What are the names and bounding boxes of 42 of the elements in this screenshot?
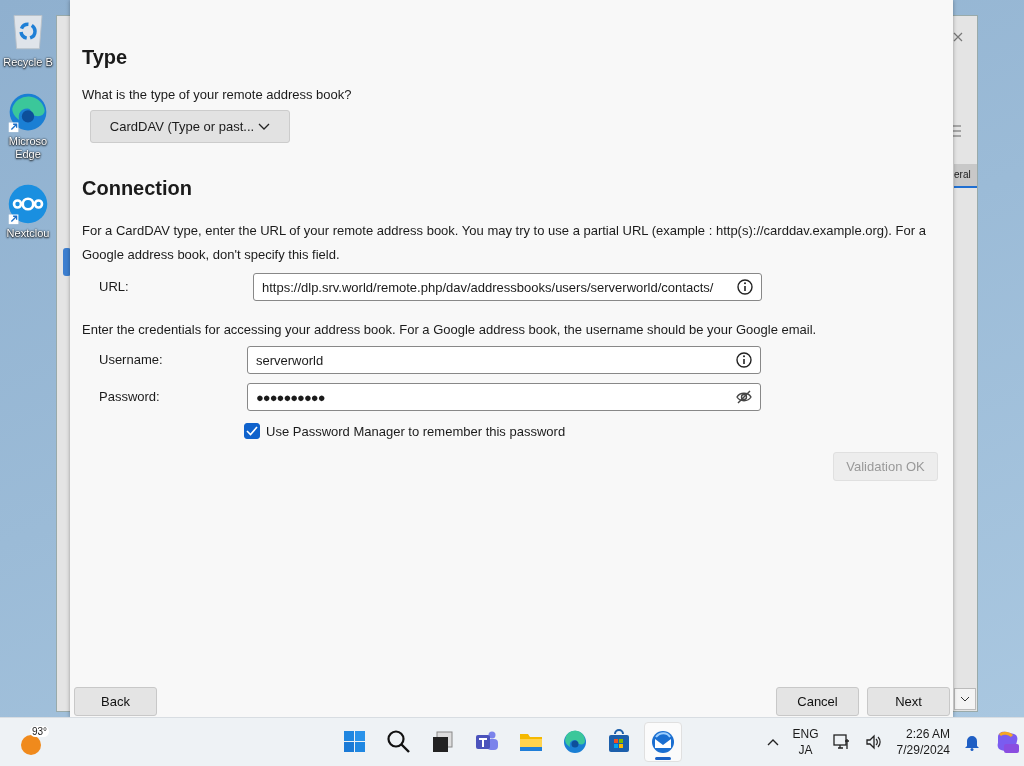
chevron-down-icon <box>258 122 271 131</box>
cloud-app-shortcut-icon[interactable] <box>7 183 49 225</box>
info-icon[interactable] <box>737 279 753 295</box>
hide-password-icon[interactable] <box>736 389 752 405</box>
checkbox[interactable] <box>244 423 260 439</box>
instruction-text: Enter the credentials for accessing your address book. For a Google address book, the username should be your Google email. <box>82 323 818 337</box>
running-indicator <box>655 757 671 760</box>
input-mode-text[interactable]: JA <box>792 742 819 758</box>
temperature-text: 93° <box>30 726 50 737</box>
speaker-icon[interactable] <box>864 733 883 751</box>
browser-icon[interactable] <box>562 729 588 755</box>
taskbar-button[interactable] <box>644 722 682 762</box>
input-field[interactable]: serverworld <box>247 346 761 374</box>
task-view-icon[interactable] <box>430 729 456 755</box>
mail-bird-icon[interactable] <box>650 729 676 755</box>
store-bag-icon[interactable] <box>606 729 632 755</box>
prompt-text: What is the type of your remote address book? <box>82 88 353 102</box>
field-label: URL: <box>99 279 130 295</box>
section-heading: Connection <box>82 176 193 201</box>
network-icon[interactable] <box>832 733 851 751</box>
language-text[interactable]: ENG <box>792 726 819 742</box>
info-icon[interactable] <box>736 352 752 368</box>
input-field[interactable]: https://dlp.srv.world/remote.php/dav/addressbooks/users/serverworld/contacts/ <box>253 273 762 301</box>
field-label: Username: <box>99 352 164 368</box>
browser-shortcut-icon[interactable] <box>7 91 49 133</box>
type-dropdown[interactable]: CardDAV (Type or past... <box>90 110 290 143</box>
section-heading: Type <box>82 45 129 70</box>
start-icon[interactable] <box>342 729 368 755</box>
search-icon[interactable] <box>386 729 412 755</box>
dialog-button[interactable]: Cancel <box>776 687 859 716</box>
tab[interactable]: eral <box>954 164 977 188</box>
checkbox-label[interactable]: Use Password Manager to remember this password <box>266 423 566 439</box>
description-text: For a CardDAV type, enter the URL of your remote address book. You may try to use a partial URL (example : http(s)://carddav.example.org). For a Google address book, don't specify this field. <box>82 222 927 264</box>
close-icon[interactable] <box>953 32 963 42</box>
clock-time[interactable]: 2:26 AM <box>896 726 950 742</box>
dialog-button[interactable]: Back <box>74 687 157 716</box>
chevron-up-icon[interactable] <box>766 738 779 746</box>
clock-date[interactable]: 7/29/2024 <box>896 742 950 758</box>
dialog-button[interactable]: Next <box>867 687 950 716</box>
input-field[interactable]: ●●●●●●●●●● <box>247 383 761 411</box>
bell-icon[interactable] <box>964 733 980 751</box>
field-label: Password: <box>99 389 161 405</box>
